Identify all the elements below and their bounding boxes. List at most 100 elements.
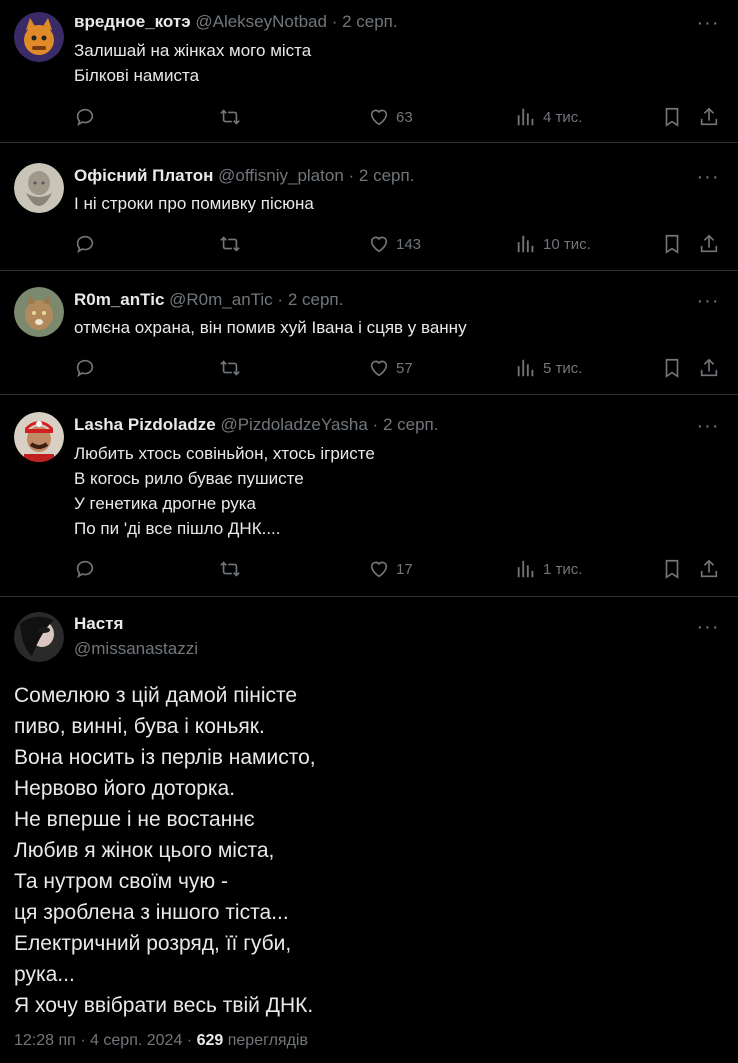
tweet-text-line: По пи 'ді все пішло ДНК.... <box>74 519 281 538</box>
tweet-text-line: Я хочу ввібрати весь твій ДНК. <box>14 994 314 1017</box>
reply-tweet[interactable]: Офісний Платон @offisniy_platon · 2 серп… <box>0 143 738 271</box>
display-name[interactable]: Офісний Платон <box>74 166 213 185</box>
action-bar: 17 1 тис. <box>74 557 724 581</box>
reply-tweet[interactable]: вредное_котэ @AlekseyNotbad · 2 серп. ··… <box>0 0 738 143</box>
more-icon[interactable]: ··· <box>696 167 720 192</box>
user-handle[interactable]: @missanastazzi <box>74 639 198 659</box>
share-button[interactable] <box>698 356 720 380</box>
share-icon <box>698 233 720 255</box>
tweet-text-line: Залишай на жінках мого міста <box>74 41 312 60</box>
views-button[interactable]: 10 тис. <box>515 232 591 256</box>
tweet-text-line: Білкові намиста <box>74 66 200 85</box>
user-handle[interactable]: @PizdoladzeYasha <box>220 415 367 434</box>
bookmark-icon <box>661 357 683 379</box>
view-count: 5 тис. <box>543 359 583 377</box>
like-button[interactable]: 143 <box>368 232 421 256</box>
like-button[interactable]: 63 <box>368 105 413 129</box>
heart-icon <box>368 233 390 255</box>
view-count: 10 тис. <box>543 235 591 253</box>
views-icon <box>515 357 537 379</box>
bookmark-button[interactable] <box>661 105 683 129</box>
retweet-icon <box>219 233 241 255</box>
share-button[interactable] <box>698 232 720 256</box>
retweet-button[interactable] <box>219 557 241 581</box>
separator-dot: · <box>331 12 338 31</box>
display-name[interactable]: R0m_anTic <box>74 290 164 309</box>
reply-tweet[interactable]: Lasha Pizdoladze @PizdoladzeYasha · 2 се… <box>0 395 738 597</box>
bookmark-button[interactable] <box>661 557 683 581</box>
share-button[interactable] <box>698 105 720 129</box>
retweet-icon <box>219 106 241 128</box>
tweet-header: Офісний Платон @offisniy_platon · 2 серп… <box>74 165 414 187</box>
bookmark-button[interactable] <box>661 356 683 380</box>
like-button[interactable]: 57 <box>368 356 413 380</box>
views-icon <box>515 558 537 580</box>
views-button[interactable]: 4 тис. <box>515 105 582 129</box>
tweet-text-line: Нервово його доторка. <box>14 777 236 800</box>
tweet-text: І ні строки про помивку пісюна <box>74 191 314 216</box>
tweet-date[interactable]: 2 серп. <box>288 290 344 309</box>
bookmark-icon <box>661 558 683 580</box>
reply-button[interactable] <box>74 232 96 256</box>
more-icon[interactable]: ··· <box>696 416 720 441</box>
view-count: 4 тис. <box>543 108 583 126</box>
tweet-text-line: рука... <box>14 963 75 986</box>
user-handle[interactable]: @R0m_anTic <box>169 290 273 309</box>
reply-button[interactable] <box>74 105 96 129</box>
tweet-meta: 12:28 пп · 4 серп. 2024 · 629 переглядів <box>14 1032 308 1050</box>
reply-tweet[interactable]: R0m_anTic @R0m_anTic · 2 серп. ··· отмєн… <box>0 271 738 395</box>
like-button[interactable]: 17 <box>368 557 413 581</box>
separator-dot: · <box>372 415 379 434</box>
bookmark-icon <box>661 106 683 128</box>
more-icon[interactable]: ··· <box>696 291 720 316</box>
tweet-date[interactable]: 2 серп. <box>383 415 439 434</box>
views-button[interactable]: 5 тис. <box>515 356 582 380</box>
tweet-text-line: ця зроблена з іншого тіста... <box>14 901 289 924</box>
tweet-text-line: Любив я жінок цього міста, <box>14 839 275 862</box>
more-icon[interactable]: ··· <box>696 13 720 38</box>
views-label: переглядів <box>227 1032 308 1049</box>
like-count: 63 <box>396 108 413 126</box>
tweet-header: R0m_anTic @R0m_anTic · 2 серп. <box>74 289 343 311</box>
tweet-text: Любить хтось совіньйон, хтось ігристе В … <box>74 441 375 541</box>
avatar[interactable] <box>14 163 64 213</box>
reply-icon <box>74 106 96 128</box>
like-count: 57 <box>396 359 413 377</box>
avatar[interactable] <box>14 612 64 662</box>
tweet-text-line: пиво, винні, бува і коньяк. <box>14 715 265 738</box>
user-handle[interactable]: @AlekseyNotbad <box>195 12 327 31</box>
reply-button[interactable] <box>74 356 96 380</box>
views-icon <box>515 106 537 128</box>
tweet-text: Сомелюю з цій дамой піністе пиво, винні,… <box>14 680 316 1021</box>
display-name[interactable]: вредное_котэ <box>74 12 191 31</box>
retweet-button[interactable] <box>219 105 241 129</box>
avatar[interactable] <box>14 12 64 62</box>
view-count: 629 <box>196 1032 224 1049</box>
user-handle[interactable]: @offisniy_platon <box>218 166 344 185</box>
bookmark-icon <box>661 233 683 255</box>
share-icon <box>698 357 720 379</box>
tweet-date[interactable]: 2 серп. <box>359 166 415 185</box>
like-count: 17 <box>396 560 413 578</box>
share-button[interactable] <box>698 557 720 581</box>
retweet-button[interactable] <box>219 356 241 380</box>
avatar[interactable] <box>14 412 64 462</box>
views-button[interactable]: 1 тис. <box>515 557 582 581</box>
avatar[interactable] <box>14 287 64 337</box>
display-name[interactable]: Lasha Pizdoladze <box>74 415 216 434</box>
display-name[interactable]: Настя <box>74 614 123 634</box>
share-icon <box>698 106 720 128</box>
more-icon[interactable]: ··· <box>696 617 720 642</box>
heart-icon <box>368 558 390 580</box>
retweet-icon <box>219 558 241 580</box>
tweet-text-line: Сомелюю з цій дамой піністе <box>14 684 298 707</box>
reply-button[interactable] <box>74 557 96 581</box>
tweet-time[interactable]: 12:28 пп <box>14 1032 76 1049</box>
tweet-date[interactable]: 4 серп. 2024 <box>90 1032 182 1049</box>
heart-icon <box>368 357 390 379</box>
bookmark-button[interactable] <box>661 232 683 256</box>
like-count: 143 <box>396 235 422 253</box>
retweet-button[interactable] <box>219 232 241 256</box>
tweet-text: отмєна охрана, він помив хуй Івана і сця… <box>74 315 467 340</box>
tweet-date[interactable]: 2 серп. <box>342 12 398 31</box>
